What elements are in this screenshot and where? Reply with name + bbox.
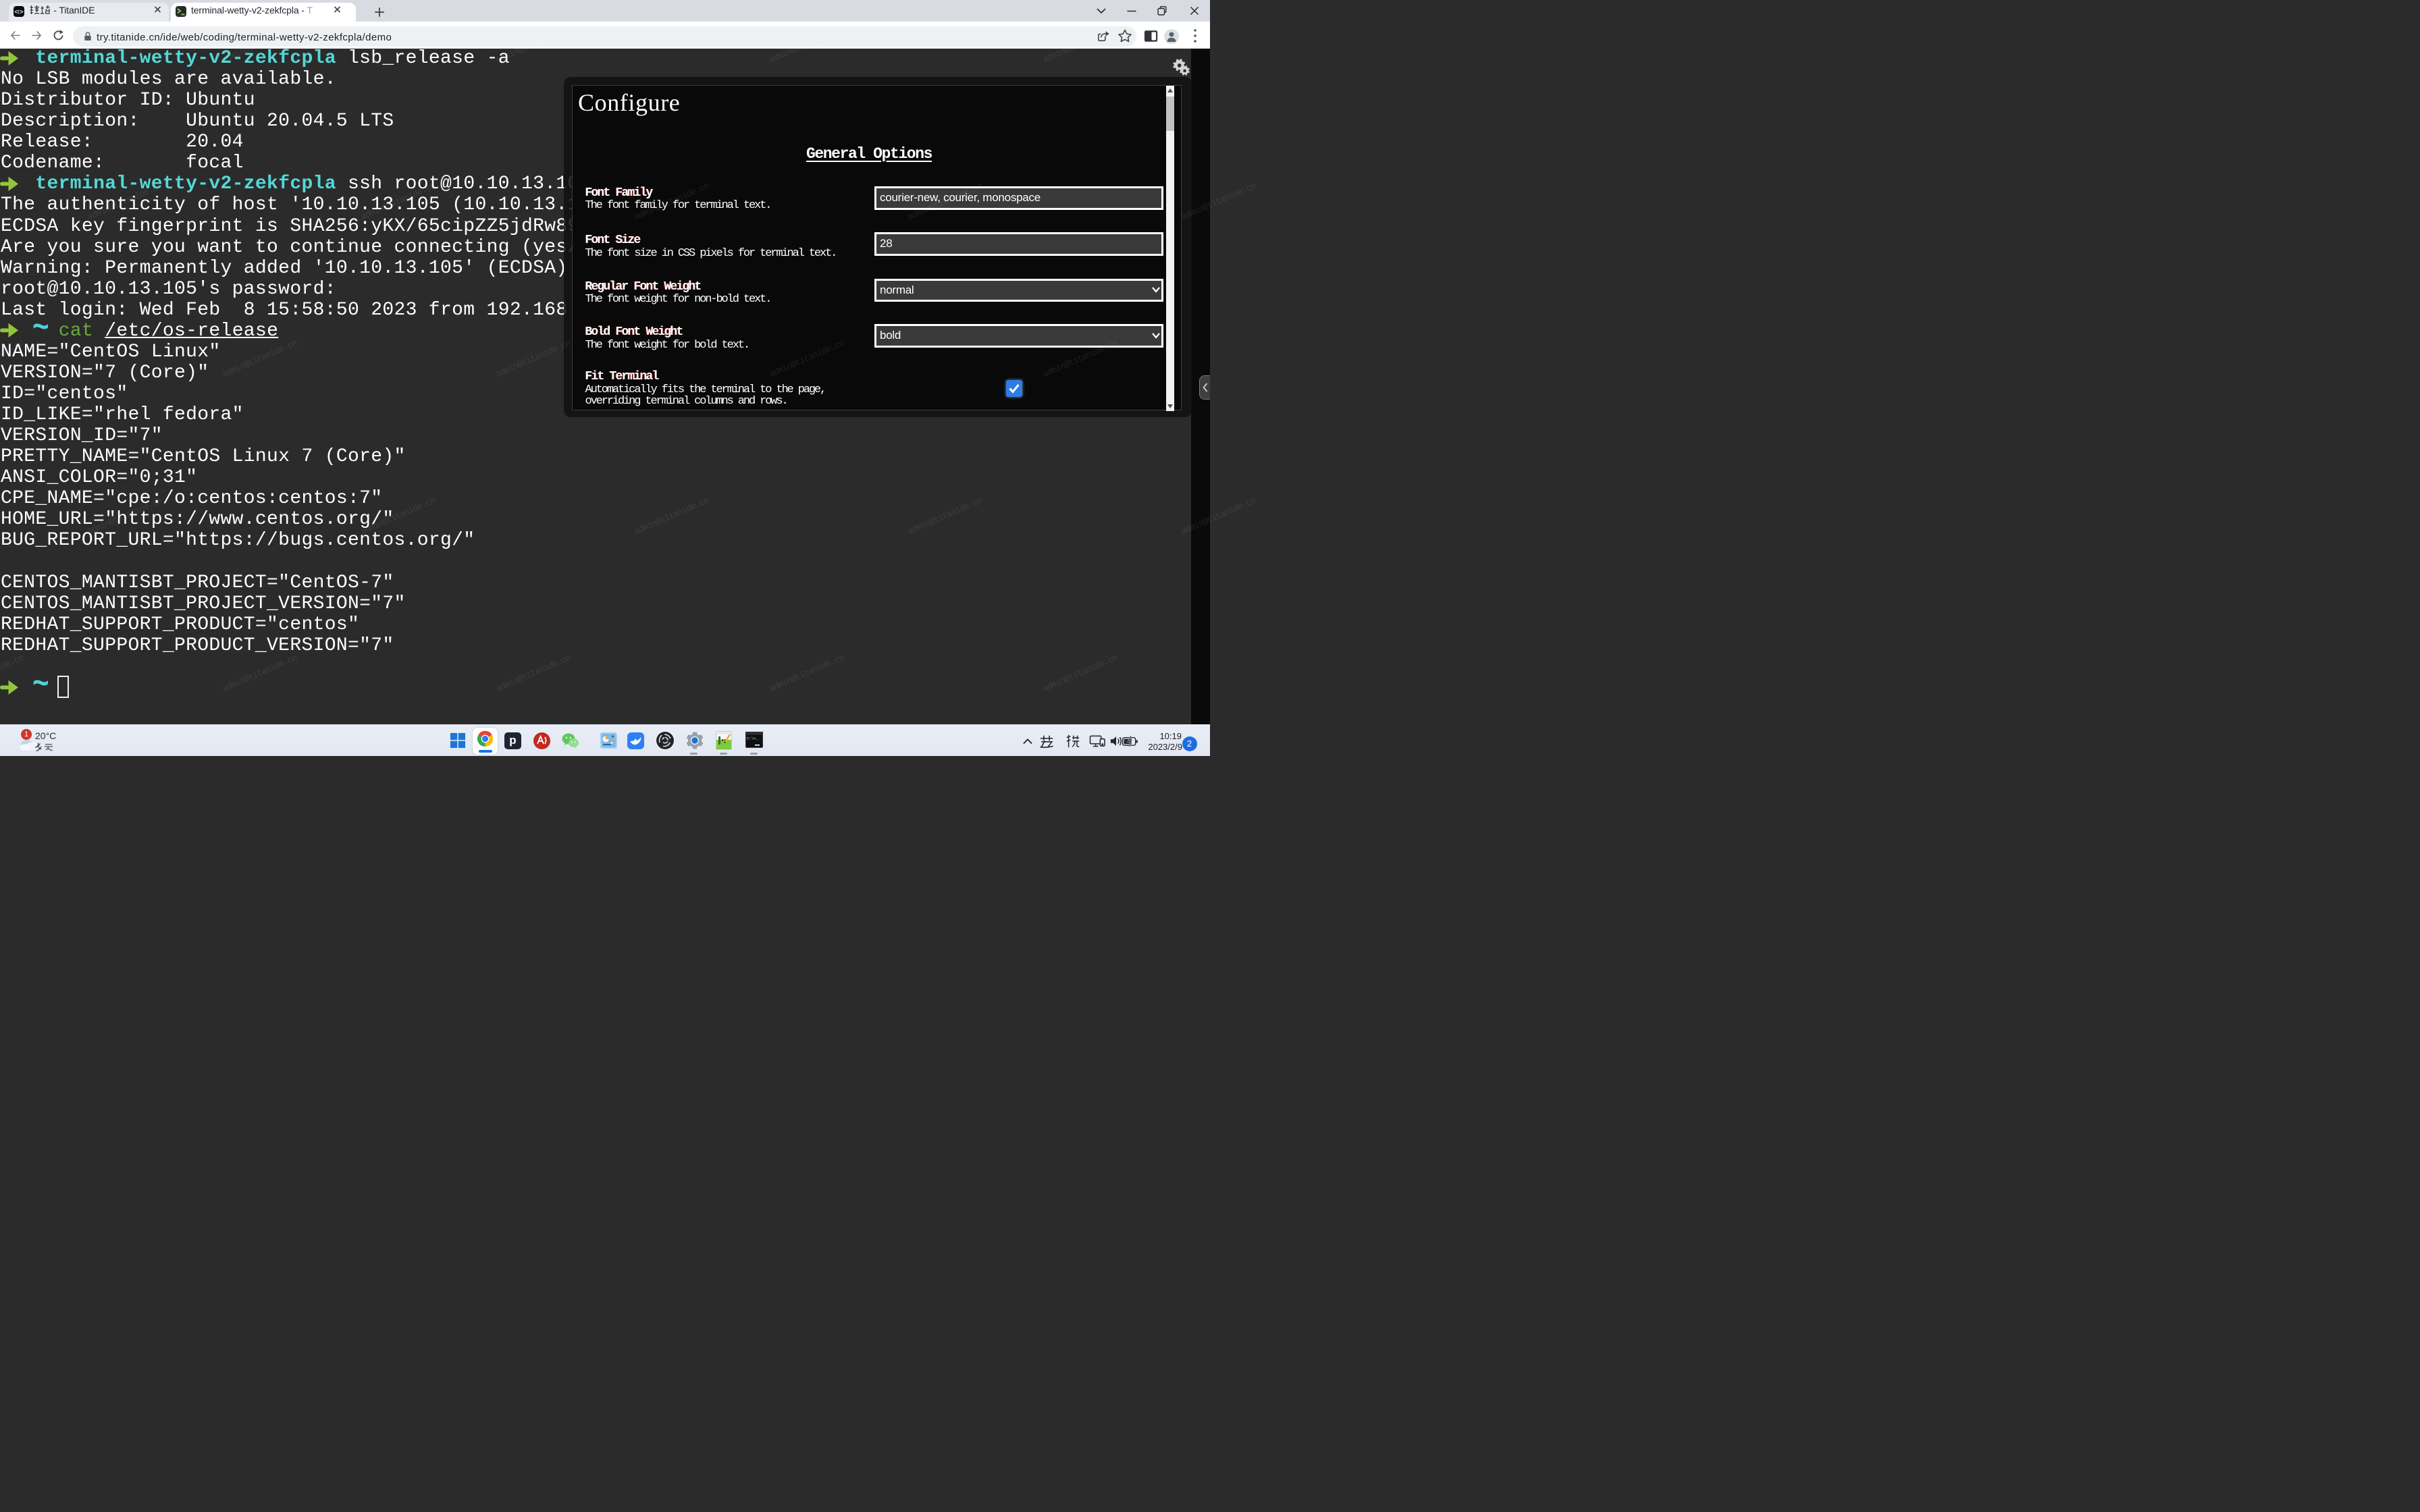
- svg-text:C:\>_: C:\>_: [747, 736, 758, 741]
- svg-text:>: >: [20, 9, 23, 16]
